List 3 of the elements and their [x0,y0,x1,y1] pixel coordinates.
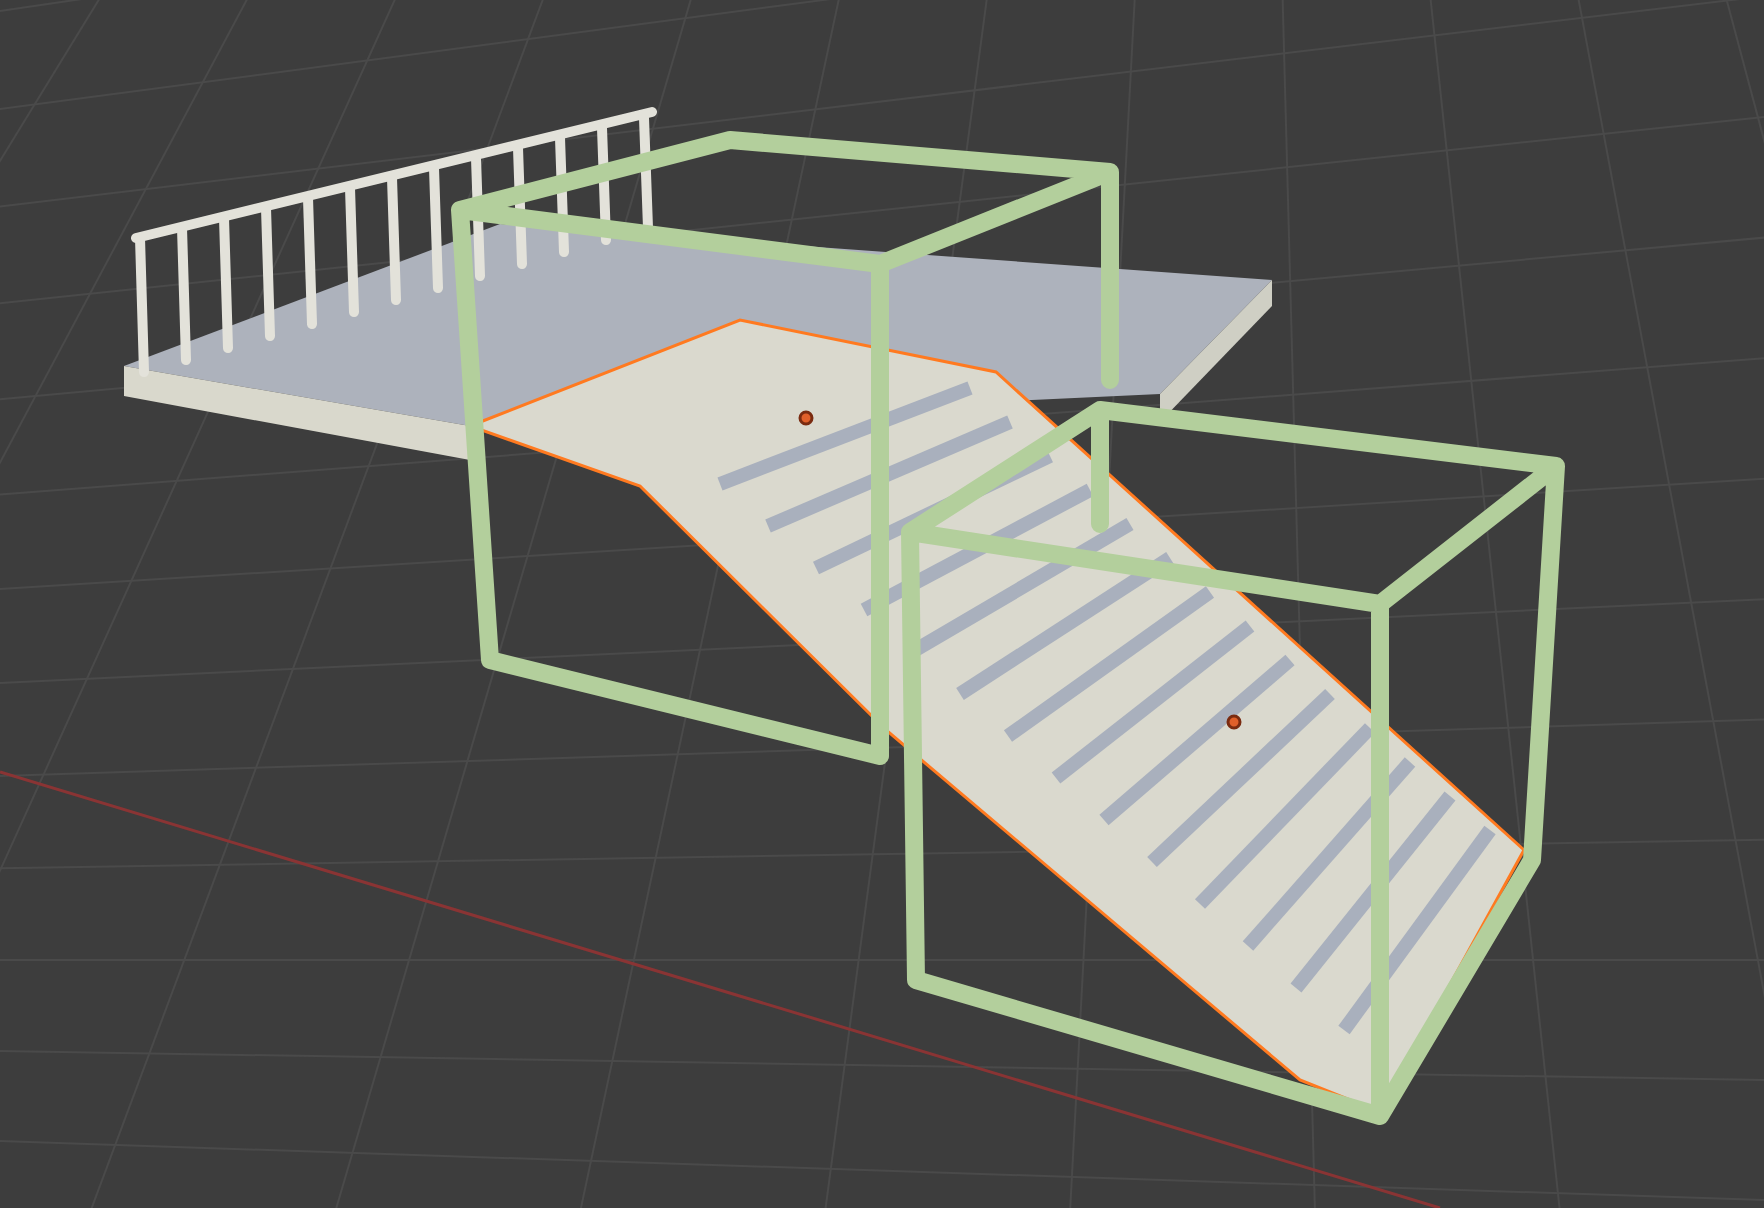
3d-viewport[interactable] [0,0,1764,1208]
origin-dot [1226,714,1242,730]
origin-dot [798,410,814,426]
